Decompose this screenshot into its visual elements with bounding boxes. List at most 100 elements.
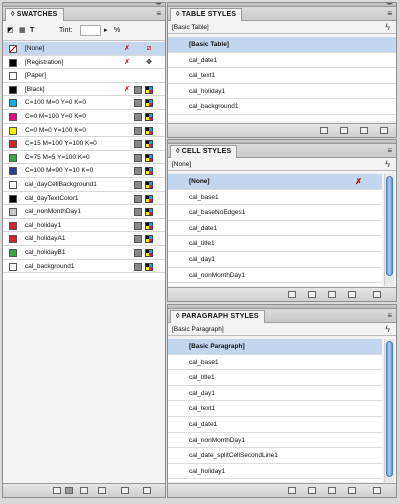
style-list-item[interactable]: cal_date1 bbox=[168, 220, 382, 237]
swatch-list: [None] ✗ ⧄ [Registration] ✗ ✥ [Paper] [Black] ✗ C… bbox=[3, 42, 165, 280]
style-list-item[interactable]: cal_nonMonthDay1 bbox=[168, 432, 382, 449]
formatting-container-icon[interactable]: ▦ bbox=[19, 26, 26, 36]
new-style-group-icon[interactable] bbox=[288, 487, 296, 494]
swatch-row[interactable]: [Paper] bbox=[3, 69, 165, 83]
none-swatch-icon: ⧄ bbox=[146, 45, 152, 52]
swatch-row[interactable]: C=75 M=5 Y=100 K=0 bbox=[3, 151, 165, 165]
swatch-row[interactable]: [Black] ✗ bbox=[3, 83, 165, 97]
style-list-item[interactable]: cal_nonMonthDay1 bbox=[168, 267, 382, 284]
style-list-item[interactable]: cal_date1 bbox=[168, 416, 382, 433]
style-list-item[interactable]: cal_base1 bbox=[168, 354, 382, 371]
swatch-row[interactable]: C=15 M=100 Y=100 K=0 bbox=[3, 137, 165, 151]
lightning-icon[interactable]: ϟ bbox=[385, 158, 390, 171]
process-color-icon bbox=[134, 208, 142, 217]
style-list-item[interactable]: [Basic Table] bbox=[168, 37, 396, 53]
lightning-icon[interactable]: ϟ bbox=[385, 323, 390, 336]
new-style-icon[interactable] bbox=[348, 291, 356, 298]
style-list-item[interactable]: [Basic Paragraph] bbox=[168, 339, 382, 355]
new-style-icon[interactable] bbox=[348, 487, 356, 494]
tint-label: Tint: bbox=[59, 27, 73, 34]
show-gradient-swatches-icon[interactable] bbox=[80, 487, 88, 494]
fill-stroke-icon[interactable]: ◩ bbox=[7, 26, 14, 36]
new-style-group-icon[interactable] bbox=[320, 127, 328, 134]
panel-menu-icon[interactable]: ≡ bbox=[156, 9, 161, 18]
no-edit-icon: ✗ bbox=[124, 85, 130, 93]
registration-icon: ✥ bbox=[146, 58, 152, 66]
swatch-row[interactable]: cal_dayTextColor1 bbox=[3, 192, 165, 206]
delete-swatch-icon[interactable] bbox=[143, 487, 151, 494]
swatch-row[interactable]: cal_holiday1 bbox=[3, 219, 165, 233]
new-style-group-icon[interactable] bbox=[288, 291, 296, 298]
cmyk-icon bbox=[145, 126, 153, 135]
tab-swatches[interactable]: ◊ SWATCHES bbox=[5, 8, 64, 21]
scrollbar-thumb[interactable] bbox=[386, 341, 393, 477]
style-list-item[interactable]: cal_text1 bbox=[168, 401, 382, 417]
style-list-item[interactable]: cal_day1 bbox=[168, 251, 382, 268]
style-list-item[interactable]: cal_baseNoEdges1 bbox=[168, 205, 382, 221]
swatch-row[interactable]: C=100 M=90 Y=10 K=0 bbox=[3, 164, 165, 178]
panel-menu-icon[interactable]: ≡ bbox=[387, 9, 392, 18]
cell-styles-panel: ◊ CELL STYLES ≡ [None] ϟ [None] ✗ cal_base… bbox=[167, 139, 397, 302]
paragraph-styles-scrollbar[interactable] bbox=[384, 339, 394, 482]
style-list-item[interactable]: [None] ✗ bbox=[168, 174, 382, 190]
style-list-item[interactable]: cal_background1 bbox=[168, 99, 396, 115]
swatch-row[interactable]: cal_nonMonthDay1 bbox=[3, 205, 165, 219]
new-color-group-icon[interactable] bbox=[98, 487, 106, 494]
new-swatch-icon[interactable] bbox=[121, 487, 129, 494]
swatch-row[interactable]: C=100 M=0 Y=0 K=0 bbox=[3, 96, 165, 110]
style-list-item[interactable]: cal_day1 bbox=[168, 385, 382, 402]
clear-overrides-icon[interactable] bbox=[308, 487, 316, 494]
tab-table-styles[interactable]: ◊ TABLE STYLES bbox=[170, 8, 243, 21]
clear-overrides-icon[interactable] bbox=[308, 291, 316, 298]
panel-menu-icon[interactable]: ≡ bbox=[387, 146, 392, 155]
style-list-item[interactable]: cal_date1 bbox=[168, 52, 396, 69]
panel-menu-icon[interactable]: ≡ bbox=[387, 311, 392, 320]
style-name: cal_background1 bbox=[189, 103, 239, 111]
swatch-color-chip bbox=[9, 58, 17, 67]
formatting-text-icon[interactable]: T bbox=[30, 26, 34, 36]
swatch-row[interactable]: [None] ✗ ⧄ bbox=[3, 42, 165, 56]
show-all-swatches-icon[interactable] bbox=[53, 487, 61, 494]
style-list-item[interactable]: cal_title1 bbox=[168, 236, 382, 252]
redefine-style-icon[interactable] bbox=[328, 291, 336, 298]
no-edit-icon: ✗ bbox=[124, 58, 130, 66]
tab-paragraph-styles[interactable]: ◊ PARAGRAPH STYLES bbox=[170, 310, 265, 323]
swatch-label: [Black] bbox=[25, 85, 45, 93]
delete-style-icon[interactable] bbox=[373, 291, 381, 298]
delete-style-icon[interactable] bbox=[380, 127, 388, 134]
swatch-row[interactable]: cal_holidayA1 bbox=[3, 232, 165, 246]
tab-cell-styles[interactable]: ◊ CELL STYLES bbox=[170, 145, 238, 158]
swatch-color-chip bbox=[9, 235, 17, 244]
current-paragraph-style-label: [Basic Paragraph] bbox=[172, 326, 224, 333]
style-list-item[interactable]: cal_holiday1 bbox=[168, 463, 382, 480]
style-list-item[interactable]: cal_holiday1 bbox=[168, 83, 396, 100]
tint-unit: % bbox=[114, 27, 121, 34]
delete-style-icon[interactable] bbox=[373, 487, 381, 494]
tint-input[interactable] bbox=[80, 25, 101, 36]
style-list-item[interactable]: cal_text1 bbox=[168, 68, 396, 84]
swatch-label: C=100 M=0 Y=0 K=0 bbox=[25, 99, 86, 107]
swatch-row[interactable]: cal_dayCellBackground1 bbox=[3, 178, 165, 192]
style-list-item[interactable]: cal_holidayA1 bbox=[168, 479, 382, 482]
style-list-item[interactable]: cal_date_splitCellSecondLine1 bbox=[168, 448, 382, 464]
redefine-style-icon[interactable] bbox=[328, 487, 336, 494]
lightning-icon[interactable]: ϟ bbox=[385, 21, 390, 34]
style-list-item[interactable]: cal_title1 bbox=[168, 370, 382, 386]
cmyk-icon bbox=[145, 112, 153, 121]
swatch-row[interactable]: cal_background1 bbox=[3, 260, 165, 274]
swatch-row[interactable]: cal_holidayB1 bbox=[3, 246, 165, 260]
clear-overrides-icon[interactable] bbox=[340, 127, 348, 134]
swatch-row[interactable]: C=0 M=0 Y=100 K=0 bbox=[3, 124, 165, 138]
swatch-row[interactable]: [Registration] ✗ ✥ bbox=[3, 56, 165, 70]
swatch-row[interactable]: C=0 M=100 Y=0 K=0 bbox=[3, 110, 165, 124]
show-color-swatches-icon[interactable] bbox=[65, 487, 73, 494]
tint-stepper-icon[interactable]: ▸ bbox=[104, 26, 108, 36]
swatch-color-chip bbox=[9, 72, 17, 81]
scrollbar-thumb[interactable] bbox=[386, 176, 393, 276]
style-name: cal_nonMonthDay1 bbox=[189, 436, 246, 444]
style-list-item[interactable]: cal_base1 bbox=[168, 189, 382, 206]
cell-styles-scrollbar[interactable] bbox=[384, 174, 394, 286]
style-list-item[interactable]: cal_empty1 bbox=[168, 283, 382, 286]
current-table-style: [Basic Table] ϟ bbox=[168, 21, 396, 34]
new-style-icon[interactable] bbox=[360, 127, 368, 134]
